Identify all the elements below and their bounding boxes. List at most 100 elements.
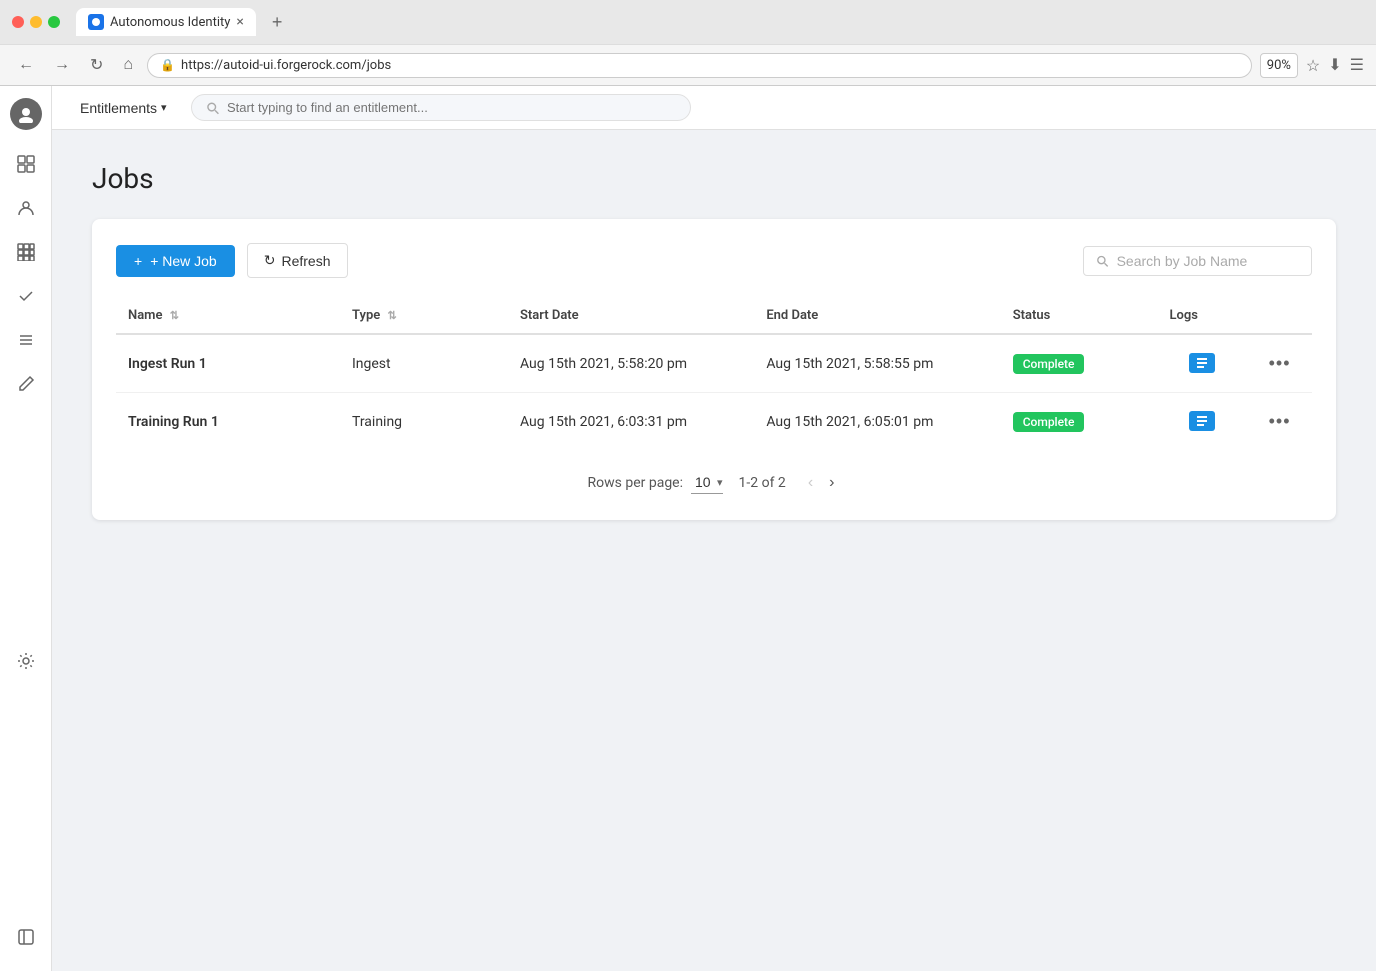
column-header-status: Status bbox=[1001, 298, 1158, 334]
sidebar-item-tasks[interactable] bbox=[8, 278, 44, 314]
sidebar-item-collapse[interactable] bbox=[8, 919, 44, 955]
row2-logs[interactable] bbox=[1158, 393, 1248, 451]
sidebar-item-settings[interactable] bbox=[8, 643, 44, 679]
row1-enddate: Aug 15th 2021, 5:58:55 pm bbox=[754, 334, 1000, 393]
browser-extra-actions: ⬇ ☰ bbox=[1328, 55, 1364, 75]
plus-icon: + bbox=[134, 253, 142, 269]
jobs-table: Name ⇅ Type ⇅ Start Date End D bbox=[116, 298, 1312, 450]
rows-per-page-select[interactable]: 10 25 50 bbox=[691, 472, 715, 492]
status-column-label: Status bbox=[1013, 308, 1051, 323]
lock-icon: 🔒 bbox=[160, 58, 175, 72]
row2-status: Complete bbox=[1001, 393, 1158, 451]
back-button[interactable]: ← bbox=[12, 52, 40, 78]
row2-startdate: Aug 15th 2021, 6:03:31 pm bbox=[508, 393, 754, 451]
tab-close-button[interactable]: × bbox=[236, 14, 243, 30]
table-toolbar: + + New Job ↻ Refresh bbox=[116, 243, 1312, 278]
search-icon bbox=[206, 101, 219, 115]
sidebar bbox=[0, 86, 52, 971]
header-search-input[interactable] bbox=[227, 100, 676, 115]
window-close-dot[interactable] bbox=[12, 16, 24, 28]
main-content: Jobs + + New Job ↻ Refresh bbox=[52, 130, 1376, 971]
window-minimize-dot[interactable] bbox=[30, 16, 42, 28]
type-column-label: Type bbox=[352, 308, 380, 323]
prev-page-button[interactable]: ‹ bbox=[802, 470, 819, 496]
row2-actions[interactable]: ••• bbox=[1247, 393, 1312, 451]
avatar[interactable] bbox=[10, 98, 42, 130]
table-row: Ingest Run 1 Ingest Aug 15th 2021, 5:58:… bbox=[116, 334, 1312, 393]
pagination: Rows per page: 10 25 50 ▾ 1-2 of 2 ‹ bbox=[116, 450, 1312, 496]
row2-name: Training Run 1 bbox=[116, 393, 340, 451]
rows-per-page-label: Rows per page: bbox=[588, 475, 683, 491]
row1-type: Ingest bbox=[340, 334, 508, 393]
address-bar[interactable]: 🔒 https://autoid-ui.forgerock.com/jobs bbox=[147, 53, 1252, 78]
refresh-label: Refresh bbox=[281, 253, 330, 269]
sidebar-item-list[interactable] bbox=[8, 322, 44, 358]
browser-titlebar: Autonomous Identity × + bbox=[0, 0, 1376, 44]
new-job-button[interactable]: + + New Job bbox=[116, 245, 235, 277]
row2-enddate: Aug 15th 2021, 6:05:01 pm bbox=[754, 393, 1000, 451]
column-header-logs: Logs bbox=[1158, 298, 1248, 334]
chevron-down-icon: ▾ bbox=[161, 101, 167, 114]
page-info: 1-2 of 2 bbox=[739, 475, 786, 491]
column-header-startdate: Start Date bbox=[508, 298, 754, 334]
refresh-icon: ↻ bbox=[264, 252, 276, 269]
window-maximize-dot[interactable] bbox=[48, 16, 60, 28]
forward-button[interactable]: → bbox=[48, 52, 76, 78]
url-text: https://autoid-ui.forgerock.com/jobs bbox=[181, 58, 391, 73]
job-search-bar[interactable] bbox=[1083, 246, 1312, 276]
browser-tab[interactable]: Autonomous Identity × bbox=[76, 8, 256, 36]
browser-window-controls bbox=[12, 16, 60, 28]
rows-select-chevron: ▾ bbox=[717, 476, 723, 489]
app-layout: Entitlements ▾ Jobs + + New Job ↻ bbox=[0, 86, 1376, 971]
home-button[interactable]: ⌂ bbox=[117, 52, 139, 78]
bookmark-icon[interactable]: ☆ bbox=[1306, 56, 1320, 75]
row1-name: Ingest Run 1 bbox=[116, 334, 340, 393]
logs-icon[interactable] bbox=[1189, 411, 1215, 431]
browser-chrome: Autonomous Identity × + ← → ↻ ⌂ 🔒 https:… bbox=[0, 0, 1376, 86]
next-page-button[interactable]: › bbox=[823, 470, 840, 496]
startdate-column-label: Start Date bbox=[520, 308, 579, 323]
sidebar-item-users[interactable] bbox=[8, 190, 44, 226]
name-sort-icon[interactable]: ⇅ bbox=[170, 309, 179, 322]
entitlements-label: Entitlements bbox=[80, 100, 157, 116]
row1-logs[interactable] bbox=[1158, 334, 1248, 393]
page-nav: ‹ › bbox=[802, 470, 841, 496]
extensions-button[interactable]: ☰ bbox=[1350, 55, 1364, 75]
row1-status: Complete bbox=[1001, 334, 1158, 393]
row2-type: Training bbox=[340, 393, 508, 451]
zoom-level: 90% bbox=[1260, 53, 1298, 78]
new-tab-button[interactable]: + bbox=[264, 12, 291, 33]
column-header-enddate: End Date bbox=[754, 298, 1000, 334]
job-search-input[interactable] bbox=[1117, 253, 1299, 269]
row1-startdate: Aug 15th 2021, 5:58:20 pm bbox=[508, 334, 754, 393]
column-header-name[interactable]: Name ⇅ bbox=[116, 298, 340, 334]
header-search-bar[interactable] bbox=[191, 94, 691, 121]
refresh-button[interactable]: ↻ Refresh bbox=[247, 243, 348, 278]
row1-more-button[interactable]: ••• bbox=[1263, 351, 1297, 376]
tab-title: Autonomous Identity bbox=[110, 15, 230, 30]
reload-button[interactable]: ↻ bbox=[84, 51, 109, 79]
sidebar-item-edit[interactable] bbox=[8, 366, 44, 402]
browser-toolbar: ← → ↻ ⌂ 🔒 https://autoid-ui.forgerock.co… bbox=[0, 44, 1376, 85]
column-header-type[interactable]: Type ⇅ bbox=[340, 298, 508, 334]
page-title: Jobs bbox=[92, 162, 1336, 195]
status-badge: Complete bbox=[1013, 354, 1085, 374]
job-search-icon bbox=[1096, 254, 1109, 268]
name-column-label: Name bbox=[128, 308, 162, 323]
new-job-label: + New Job bbox=[150, 253, 217, 269]
row2-more-button[interactable]: ••• bbox=[1263, 409, 1297, 434]
sidebar-item-dashboard[interactable] bbox=[8, 146, 44, 182]
table-header-row: Name ⇅ Type ⇅ Start Date End D bbox=[116, 298, 1312, 334]
row1-actions[interactable]: ••• bbox=[1247, 334, 1312, 393]
logs-icon[interactable] bbox=[1189, 353, 1215, 373]
enddate-column-label: End Date bbox=[766, 308, 818, 323]
type-sort-icon[interactable]: ⇅ bbox=[387, 309, 396, 322]
jobs-table-card: + + New Job ↻ Refresh bbox=[92, 219, 1336, 520]
entitlements-dropdown[interactable]: Entitlements ▾ bbox=[72, 96, 175, 120]
sidebar-item-grid[interactable] bbox=[8, 234, 44, 270]
tab-favicon bbox=[88, 14, 104, 30]
pocket-button[interactable]: ⬇ bbox=[1328, 55, 1341, 75]
status-badge: Complete bbox=[1013, 412, 1085, 432]
column-header-actions bbox=[1247, 298, 1312, 334]
logs-column-label: Logs bbox=[1170, 308, 1198, 323]
